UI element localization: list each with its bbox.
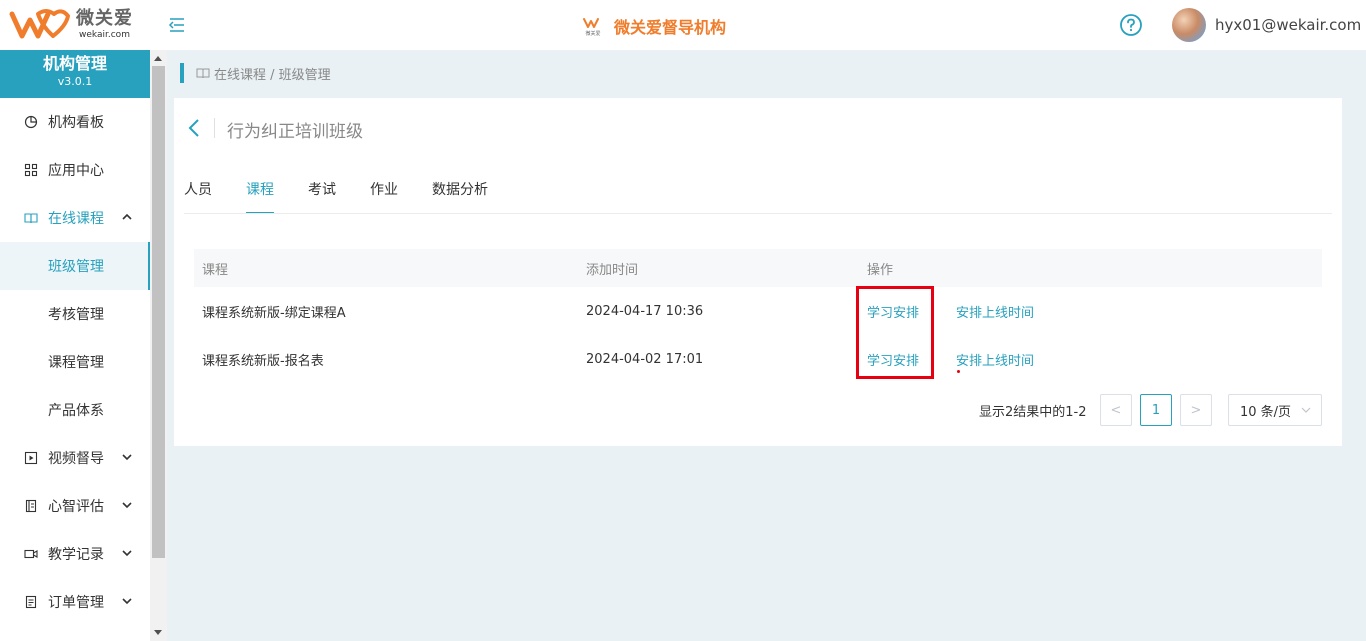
book-icon bbox=[24, 213, 38, 224]
scroll-down-arrow-icon[interactable] bbox=[154, 630, 162, 635]
brand-title: 微关爱督导机构 bbox=[614, 18, 727, 37]
help-icon[interactable] bbox=[1119, 13, 1143, 37]
tab-bar: 人员 课程 考试 作业 数据分析 bbox=[184, 180, 522, 214]
logo-cn-text: 微关爱 bbox=[76, 7, 133, 29]
user-email[interactable]: hyx01@wekair.com bbox=[1215, 16, 1361, 34]
chevron-down-icon bbox=[122, 550, 132, 557]
page-size-value: 10 条/页 bbox=[1240, 404, 1292, 420]
table-row: 课程系统新版-绑定课程A 2024-04-17 10:36 学习安排 安排上线时… bbox=[194, 287, 1322, 335]
sidebar-item-label: 在线课程 bbox=[48, 211, 104, 227]
column-header-added-time: 添加时间 bbox=[586, 262, 639, 278]
page-title: 行为纠正培训班级 bbox=[227, 122, 363, 142]
table-header: 课程 添加时间 操作 bbox=[194, 249, 1322, 287]
brand-mini-logo-icon: 微关爱 bbox=[583, 18, 601, 37]
sidebar-item-course-management[interactable]: 课程管理 bbox=[0, 338, 150, 386]
prev-page-button[interactable]: < bbox=[1100, 394, 1132, 426]
schedule-online-time-link[interactable]: 安排上线时间 bbox=[956, 302, 1034, 321]
chevron-left-icon: < bbox=[1110, 402, 1122, 418]
tab-data-analysis[interactable]: 数据分析 bbox=[432, 180, 488, 214]
sidebar-version: v3.0.1 bbox=[57, 75, 93, 88]
page-size-select[interactable]: 10 条/页 bbox=[1228, 394, 1322, 426]
chevron-up-icon bbox=[122, 213, 132, 220]
scrollbar-thumb[interactable] bbox=[152, 66, 165, 558]
highlight-box bbox=[856, 286, 934, 379]
course-table: 课程 添加时间 操作 课程系统新版-绑定课程A 2024-04-17 10:36… bbox=[194, 249, 1322, 383]
sidebar-title: 机构管理 bbox=[42, 54, 107, 73]
avatar[interactable] bbox=[1172, 8, 1206, 42]
logo-en-text: wekair.com bbox=[79, 29, 130, 40]
tab-courses[interactable]: 课程 bbox=[246, 180, 274, 214]
chevron-down-icon bbox=[122, 502, 132, 509]
sidebar-scrollbar[interactable] bbox=[150, 50, 167, 641]
sidebar-item-label: 课程管理 bbox=[48, 355, 104, 371]
sidebar-item-class-management[interactable]: 班级管理 bbox=[0, 242, 150, 290]
title-divider bbox=[214, 118, 215, 138]
sidebar-item-label: 视频督导 bbox=[48, 451, 104, 467]
added-time-cell: 2024-04-02 17:01 bbox=[586, 351, 704, 367]
sidebar-item-label: 班级管理 bbox=[48, 259, 104, 275]
course-name-cell: 课程系统新版-报名表 bbox=[202, 353, 324, 369]
page-number-button[interactable]: 1 bbox=[1140, 394, 1172, 426]
sidebar-item-video-supervision[interactable]: 视频督导 bbox=[0, 434, 150, 482]
sidebar-item-label: 心智评估 bbox=[48, 499, 104, 515]
schedule-online-time-link[interactable]: 安排上线时间 bbox=[956, 350, 1034, 369]
sidebar-item-teaching-record[interactable]: 教学记录 bbox=[0, 530, 150, 578]
sidebar-header: 机构管理 v3.0.1 bbox=[0, 50, 150, 98]
sidebar-item-order-management[interactable]: 订单管理 bbox=[0, 578, 150, 626]
chevron-right-icon: > bbox=[1190, 402, 1202, 418]
table-row: 课程系统新版-报名表 2024-04-02 17:01 学习安排 安排上线时间 bbox=[194, 335, 1322, 383]
grid-icon bbox=[24, 163, 38, 177]
sidebar: 机构管理 v3.0.1 机构看板 应用中心 在线课程 班级管理 考核管理 课程管… bbox=[0, 50, 150, 641]
sidebar-item-label: 订单管理 bbox=[48, 595, 104, 611]
course-name-cell: 课程系统新版-绑定课程A bbox=[202, 305, 346, 321]
sidebar-item-dashboard[interactable]: 机构看板 bbox=[0, 98, 150, 146]
chevron-down-icon bbox=[122, 454, 132, 461]
column-header-course: 课程 bbox=[202, 262, 229, 278]
back-arrow-icon[interactable] bbox=[186, 118, 202, 138]
center-brand: 微关爱 微关爱督导机构 bbox=[582, 14, 726, 38]
sidebar-item-label: 应用中心 bbox=[48, 163, 104, 179]
next-page-button[interactable]: > bbox=[1180, 394, 1212, 426]
video-icon bbox=[24, 451, 38, 465]
sidebar-item-label: 产品体系 bbox=[48, 403, 104, 419]
sidebar-item-label: 教学记录 bbox=[48, 547, 104, 563]
pagination-summary: 显示2结果中的1-2 bbox=[979, 405, 1087, 420]
scroll-up-arrow-icon[interactable] bbox=[154, 56, 162, 61]
tabs-divider bbox=[184, 213, 1332, 214]
logo[interactable]: 微关爱 wekair.com bbox=[8, 6, 133, 42]
chevron-down-icon bbox=[122, 598, 132, 605]
page-number-label: 1 bbox=[1151, 402, 1161, 418]
sidebar-item-mind-assessment[interactable]: 心智评估 bbox=[0, 482, 150, 530]
chevron-down-icon bbox=[1301, 407, 1311, 413]
menu-toggle-icon[interactable] bbox=[168, 16, 186, 34]
document-icon bbox=[25, 595, 37, 609]
notebook-icon bbox=[25, 499, 37, 513]
sidebar-item-assessment-management[interactable]: 考核管理 bbox=[0, 290, 150, 338]
column-header-actions: 操作 bbox=[867, 262, 894, 278]
tab-exams[interactable]: 考试 bbox=[308, 180, 336, 214]
sidebar-item-label: 机构看板 bbox=[48, 115, 104, 131]
breadcrumb-text: 在线课程 / 班级管理 bbox=[214, 67, 331, 83]
sidebar-item-online-course[interactable]: 在线课程 bbox=[0, 194, 150, 242]
added-time-cell: 2024-04-17 10:36 bbox=[586, 303, 704, 319]
camera-icon bbox=[24, 549, 38, 559]
breadcrumb: 在线课程 / 班级管理 bbox=[180, 63, 331, 83]
book-icon bbox=[196, 68, 210, 79]
annotation-dot bbox=[957, 370, 960, 373]
tab-homework[interactable]: 作业 bbox=[370, 180, 398, 214]
sidebar-item-app-center[interactable]: 应用中心 bbox=[0, 146, 150, 194]
tab-people[interactable]: 人员 bbox=[184, 180, 212, 214]
sidebar-item-label: 考核管理 bbox=[48, 307, 104, 323]
logo-mark-icon bbox=[9, 9, 70, 39]
sidebar-item-product-system[interactable]: 产品体系 bbox=[0, 386, 150, 434]
pie-chart-icon bbox=[24, 115, 38, 129]
top-header: 微关爱 wekair.com 微关爱 微关爱督导机构 hyx01@wekair.… bbox=[0, 0, 1366, 50]
svg-text:微关爱: 微关爱 bbox=[585, 30, 600, 37]
